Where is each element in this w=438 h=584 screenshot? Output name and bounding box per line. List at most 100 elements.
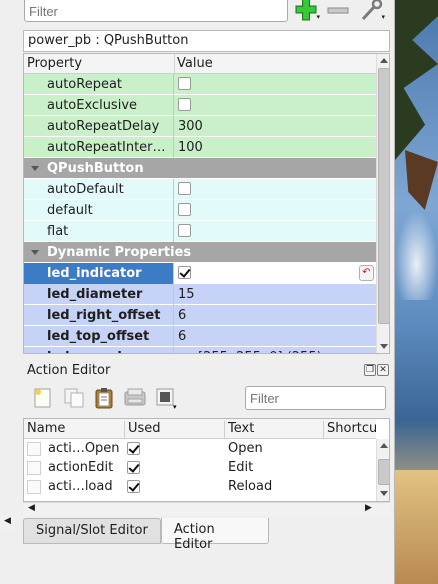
property-category[interactable]: Dynamic Properties [24,242,376,263]
property-name: autoRepeatInter… [24,137,174,158]
copy-icon[interactable] [63,387,85,409]
action-name: acti…Open [48,441,120,456]
action-icon [27,480,41,494]
property-name: autoRepeatDelay [24,116,174,137]
collapse-arrow-icon[interactable] [31,250,39,255]
property-value[interactable]: [255, 255, 0] (255) [174,347,376,353]
property-editor-table[interactable]: Property Value autoRepeat autoExclusive au… [23,53,390,354]
tab-signal-slot-editor[interactable]: Signal/Slot Editor [23,518,161,544]
column-header-shortcut[interactable]: Shortcut [324,421,376,439]
category-label: Dynamic Properties [47,245,192,260]
property-value[interactable]: 6 [174,305,376,326]
action-used-checkbox[interactable] [127,461,140,476]
designer-dock-panel: ▾ ▾ power_pb : QPushButton Property Valu… [0,0,395,584]
property-row[interactable]: default [24,200,376,221]
action-icon [27,461,41,475]
property-value[interactable]: 15 [174,284,376,305]
property-table-header: Property Value [24,54,376,74]
action-table-scrollbar[interactable] [376,439,389,501]
configure-button[interactable]: ▾ [357,0,385,22]
delete-icon[interactable] [124,387,146,409]
action-text: Edit [228,460,254,475]
bottom-dock-tabs: Signal/Slot Editor Action Editor [23,518,395,552]
plus-icon [295,0,317,21]
property-row[interactable]: led_indicator ↶ [24,263,376,284]
collapse-arrow-icon[interactable] [31,166,39,171]
property-checkbox[interactable] [178,224,191,237]
action-filter-input[interactable] [245,386,386,410]
action-text: Open [228,441,263,456]
property-checkbox[interactable] [178,98,191,111]
category-label: QPushButton [47,161,144,176]
property-value[interactable] [174,200,376,221]
property-value[interactable] [174,74,376,95]
property-value[interactable] [174,179,376,200]
property-row[interactable]: autoRepeatInter… 100 [24,137,376,158]
action-icon [27,442,41,456]
close-dock-button[interactable]: ✕ [377,364,389,376]
action-row[interactable]: acti…Open Open [24,439,376,458]
property-checkbox[interactable] [178,266,191,279]
property-row[interactable]: led_diameter 15 [24,284,376,305]
color-value: [255, 255, 0] (255) [198,350,322,353]
property-row[interactable]: autoRepeatDelay 300 [24,116,376,137]
property-row[interactable]: led_right_offset 6 [24,305,376,326]
color-swatch [178,352,192,353]
action-used-checkbox[interactable] [127,442,140,457]
float-dock-button[interactable]: ❐ [364,364,376,376]
property-row[interactable]: flat [24,221,376,242]
svg-text:▾: ▾ [173,403,177,411]
action-used-checkbox[interactable] [127,480,140,495]
property-name: autoRepeat [24,74,174,95]
property-value[interactable]: ↶ [174,263,376,284]
action-row[interactable]: actionEdit Edit [24,458,376,477]
property-checkbox[interactable] [178,203,191,216]
property-name: led_right_offset [24,305,174,326]
property-checkbox[interactable] [178,77,191,90]
property-scrollbar[interactable] [376,54,389,353]
property-row[interactable]: led_on_color [255, 255, 0] (255) [24,347,376,353]
property-value[interactable] [174,95,376,116]
action-editor-title: Action Editor [27,363,111,378]
property-value[interactable]: 300 [174,116,376,137]
left-scroll-stub[interactable]: ◀ [0,516,15,530]
tab-action-editor[interactable]: Action Editor [161,518,269,552]
action-name: actionEdit [48,460,114,475]
column-header-text[interactable]: Text [225,421,324,439]
paste-icon[interactable] [93,387,115,409]
reset-property-button[interactable]: ↶ [359,265,374,281]
view-mode-icon[interactable]: ▾ [156,387,178,411]
column-header-name[interactable]: Name [24,421,125,439]
action-table[interactable]: Name Used Text Shortcut acti…OpenOpenact… [23,418,390,502]
action-table-header: Name Used Text Shortcut [24,419,376,439]
column-header-value[interactable]: Value [177,56,213,71]
property-name: autoExclusive [24,95,174,116]
property-name: default [24,200,174,221]
remove-button[interactable] [326,4,350,18]
action-row[interactable]: acti…load Reload [24,477,376,496]
property-value[interactable]: 100 [174,137,376,158]
minus-icon [327,7,349,14]
new-action-icon[interactable] [32,387,54,409]
property-row[interactable]: led_top_offset 6 [24,326,376,347]
property-checkbox[interactable] [178,182,191,195]
property-name: autoDefault [24,179,174,200]
wrench-icon [361,0,383,21]
object-filter-input[interactable] [24,0,288,22]
property-row[interactable]: autoDefault [24,179,376,200]
property-value[interactable]: 6 [174,326,376,347]
property-row[interactable]: autoExclusive [24,95,376,116]
property-name: flat [24,221,174,242]
property-category[interactable]: QPushButton [24,158,376,179]
property-value[interactable] [174,221,376,242]
column-header-property[interactable]: Property [27,56,82,71]
property-editor-object-label: power_pb : QPushButton [23,30,390,52]
property-name: led_diameter [24,284,174,305]
action-text: Reload [228,479,273,494]
desktop-wallpaper [395,0,438,584]
property-name: led_indicator [24,263,174,284]
column-header-used[interactable]: Used [125,421,225,439]
property-row[interactable]: autoRepeat [24,74,376,95]
action-horizontal-scrollbar[interactable]: ◀ ▶ [23,502,390,516]
add-button[interactable]: ▾ [292,0,320,22]
